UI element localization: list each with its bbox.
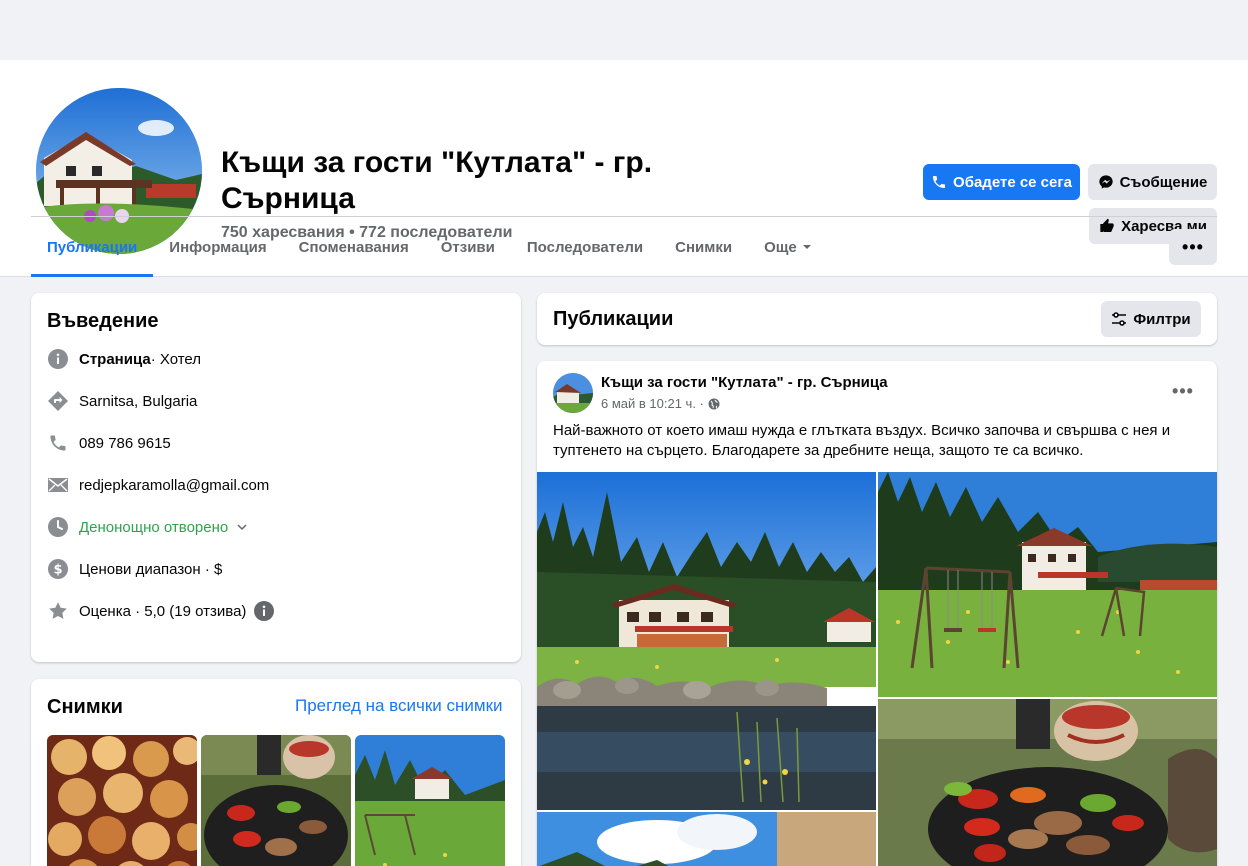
post-photo-swings-meadow[interactable] (878, 472, 1217, 697)
clock-icon (47, 516, 69, 538)
tab-photos[interactable]: Снимки (659, 217, 748, 277)
tab-more[interactable]: Още (748, 217, 828, 277)
intro-email: redjepkaramolla@gmail.com (47, 473, 269, 497)
tab-reviews[interactable]: Отзиви (425, 217, 511, 277)
dollar-icon: $ (47, 558, 69, 580)
message-label: Съобщение (1119, 173, 1208, 191)
post-photo-sky-partial[interactable] (537, 812, 876, 866)
see-all-photos-link[interactable]: Преглед на всички снимки (295, 696, 503, 716)
photos-title: Снимки (47, 696, 123, 718)
tab-posts-label: Публикации (47, 238, 138, 256)
intro-card: Въведение Страница · Хотел Sarnitsa, Bul… (31, 293, 521, 662)
intro-location: Sarnitsa, Bulgaria (47, 389, 197, 413)
thumbs-up-icon (1100, 218, 1114, 232)
post-meta: 6 май в 10:21 ч. · (601, 396, 720, 411)
post-text: Най-важното от което имаш нужда е глътка… (553, 422, 1171, 459)
tab-mentions[interactable]: Споменавания (283, 217, 425, 277)
tab-reviews-label: Отзиви (440, 238, 495, 256)
tab-posts[interactable]: Публикации (31, 217, 154, 277)
post-options-button[interactable]: ••• (1167, 377, 1199, 405)
posts-header-card: Публикации Филтри (537, 293, 1217, 345)
tab-about[interactable]: Информация (153, 217, 282, 277)
tab-mentions-label: Споменавания (298, 238, 409, 256)
intro-price: $ Ценови диапазон · $ (47, 557, 222, 581)
intro-phone-text[interactable]: 089 786 9615 (79, 435, 171, 452)
caret-down-icon (802, 245, 811, 249)
filters-icon (1112, 312, 1127, 326)
chevron-down-icon (237, 524, 247, 531)
globe-icon (708, 398, 720, 409)
post-author-avatar[interactable] (553, 373, 593, 413)
photo-thumbnail[interactable] (47, 735, 197, 866)
posts-title: Публикации (553, 308, 674, 330)
photo-thumbnail[interactable] (355, 735, 505, 866)
intro-price-text: Ценови диапазон · $ (79, 560, 223, 578)
intro-category: Страница · Хотел (47, 347, 201, 371)
more-options-button[interactable]: ••• (1169, 229, 1217, 265)
page-tabs: Публикации Информация Споменавания Отзив… (31, 217, 828, 277)
filters-button[interactable]: Филтри (1101, 301, 1201, 337)
tab-photos-label: Снимки (675, 238, 733, 256)
intro-hours-text: Денонощно отворено (79, 518, 229, 536)
photos-card: Снимки Преглед на всички снимки (31, 679, 521, 866)
filters-label: Филтри (1133, 310, 1191, 328)
message-button[interactable]: Съобщение (1088, 164, 1217, 200)
cover-photo-edge (0, 0, 1238, 60)
call-now-button[interactable]: Обадете се сега (923, 164, 1080, 200)
intro-hours[interactable]: Денонощно отворено (47, 515, 248, 539)
intro-category-value: · Хотел (150, 350, 202, 368)
intro-title: Въведение (47, 310, 159, 332)
phone-icon (47, 432, 69, 454)
post-author-name[interactable]: Къщи за гости "Кутлата" - гр. Сърница (601, 374, 888, 391)
photo-thumbnail[interactable] (201, 735, 351, 866)
intro-rating: Оценка · 5,0 (19 отзива) (47, 599, 275, 623)
tab-followers[interactable]: Последователи (511, 217, 659, 277)
email-icon (47, 474, 69, 496)
call-now-label: Обадете се сега (953, 173, 1072, 191)
post-timestamp[interactable]: 6 май в 10:21 ч. · (601, 396, 704, 411)
phone-icon (933, 176, 946, 188)
page-title: Къщи за гости "Кутлата" - гр. Сърница (221, 146, 653, 215)
tab-followers-label: Последователи (526, 238, 644, 256)
intro-phone: 089 786 9615 (47, 431, 171, 455)
info-icon (47, 348, 69, 370)
post-card: Къщи за гости "Кутлата" - гр. Сърница 6 … (537, 361, 1217, 866)
tab-about-label: Информация (169, 238, 267, 256)
messenger-icon (1098, 175, 1113, 189)
cover-strip (0, 0, 1248, 60)
star-icon (47, 600, 69, 622)
intro-email-text[interactable]: redjepkaramolla@gmail.com (79, 477, 269, 494)
intro-rating-text: Оценка · 5,0 (19 отзива) (79, 602, 247, 620)
post-photo-house-lake[interactable] (537, 472, 876, 810)
tab-more-label: Още (764, 238, 797, 256)
directions-icon (47, 390, 69, 412)
svg-text:$: $ (53, 563, 62, 578)
info-icon[interactable] (254, 601, 275, 621)
intro-category-label[interactable]: Страница (79, 351, 151, 368)
intro-location-text[interactable]: Sarnitsa, Bulgaria (79, 393, 197, 410)
post-photo-grill[interactable] (878, 699, 1217, 866)
